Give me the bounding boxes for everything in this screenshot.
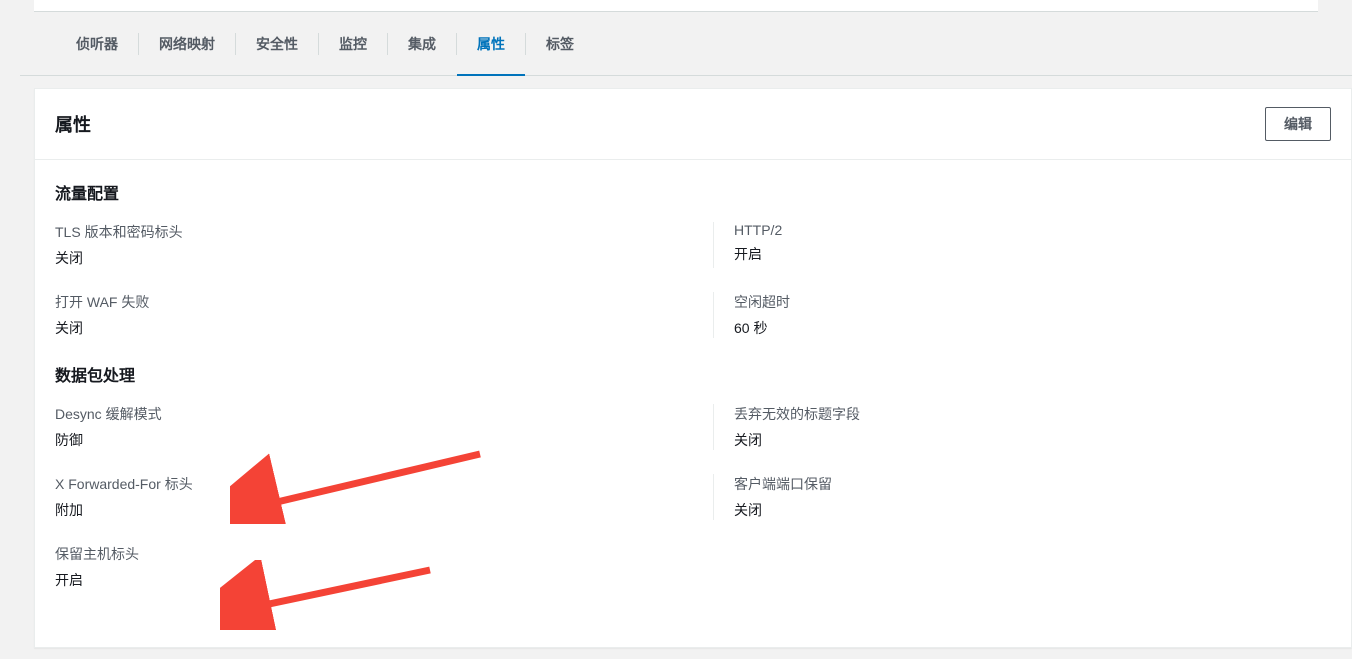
field-label: HTTP/2 [734,222,1311,238]
tab-monitoring[interactable]: 监控 [319,12,387,76]
panel-title: 属性 [55,111,91,137]
panel-header: 属性 编辑 [35,89,1351,160]
field-value: 60 秒 [734,318,1311,338]
field-value: 开启 [55,570,653,590]
field-label: TLS 版本和密码标头 [55,222,653,242]
field-http2: HTTP/2 开启 [713,222,1331,268]
field-value: 关闭 [734,500,1311,520]
field-label: 空闲超时 [734,292,1311,312]
tab-label: 集成 [408,34,436,54]
tab-label: 网络映射 [159,34,215,54]
field-value: 防御 [55,430,653,450]
field-value: 关闭 [55,318,653,338]
tab-integrations[interactable]: 集成 [388,12,456,76]
field-desync-mitigation: Desync 缓解模式 防御 [55,404,673,450]
field-value: 关闭 [734,430,1311,450]
tab-attributes[interactable]: 属性 [457,12,525,76]
field-label: Desync 缓解模式 [55,404,653,424]
field-x-forwarded-for: X Forwarded-For 标头 附加 [55,474,673,520]
tabs-bar: 侦听器 网络映射 安全性 监控 集成 属性 标签 [20,12,1352,76]
field-idle-timeout: 空闲超时 60 秒 [713,292,1331,338]
field-tls-header: TLS 版本和密码标头 关闭 [55,222,673,268]
tab-label: 属性 [477,34,505,54]
field-value: 附加 [55,500,653,520]
tab-label: 标签 [546,34,574,54]
tab-listeners[interactable]: 侦听器 [56,12,138,76]
tab-label: 侦听器 [76,34,118,54]
field-waf-fail-open: 打开 WAF 失败 关闭 [55,292,673,338]
tab-network-mapping[interactable]: 网络映射 [139,12,235,76]
section-title-traffic: 流量配置 [55,180,1331,204]
field-label: 丢弃无效的标题字段 [734,404,1311,424]
top-divider [34,0,1318,12]
attributes-panel: 属性 编辑 流量配置 TLS 版本和密码标头 关闭 HTTP/2 开启 打开 W… [34,88,1352,648]
section-title-packet: 数据包处理 [55,362,1331,386]
tab-tags[interactable]: 标签 [526,12,594,76]
edit-button[interactable]: 编辑 [1265,107,1331,141]
field-value: 关闭 [55,248,653,268]
field-label: 客户端端口保留 [734,474,1311,494]
field-label: 保留主机标头 [55,544,653,564]
traffic-grid: TLS 版本和密码标头 关闭 HTTP/2 开启 打开 WAF 失败 关闭 空闲… [55,222,1331,338]
field-label: X Forwarded-For 标头 [55,474,653,494]
field-preserve-host-header: 保留主机标头 开启 [55,544,673,590]
field-client-port-preservation: 客户端端口保留 关闭 [713,474,1331,520]
packet-grid: Desync 缓解模式 防御 丢弃无效的标题字段 关闭 X Forwarded-… [55,404,1331,590]
field-drop-invalid-header: 丢弃无效的标题字段 关闭 [713,404,1331,450]
tab-label: 安全性 [256,34,298,54]
panel-body: 流量配置 TLS 版本和密码标头 关闭 HTTP/2 开启 打开 WAF 失败 … [35,160,1351,634]
field-value: 开启 [734,244,1311,264]
tab-label: 监控 [339,34,367,54]
tab-security[interactable]: 安全性 [236,12,318,76]
field-label: 打开 WAF 失败 [55,292,653,312]
